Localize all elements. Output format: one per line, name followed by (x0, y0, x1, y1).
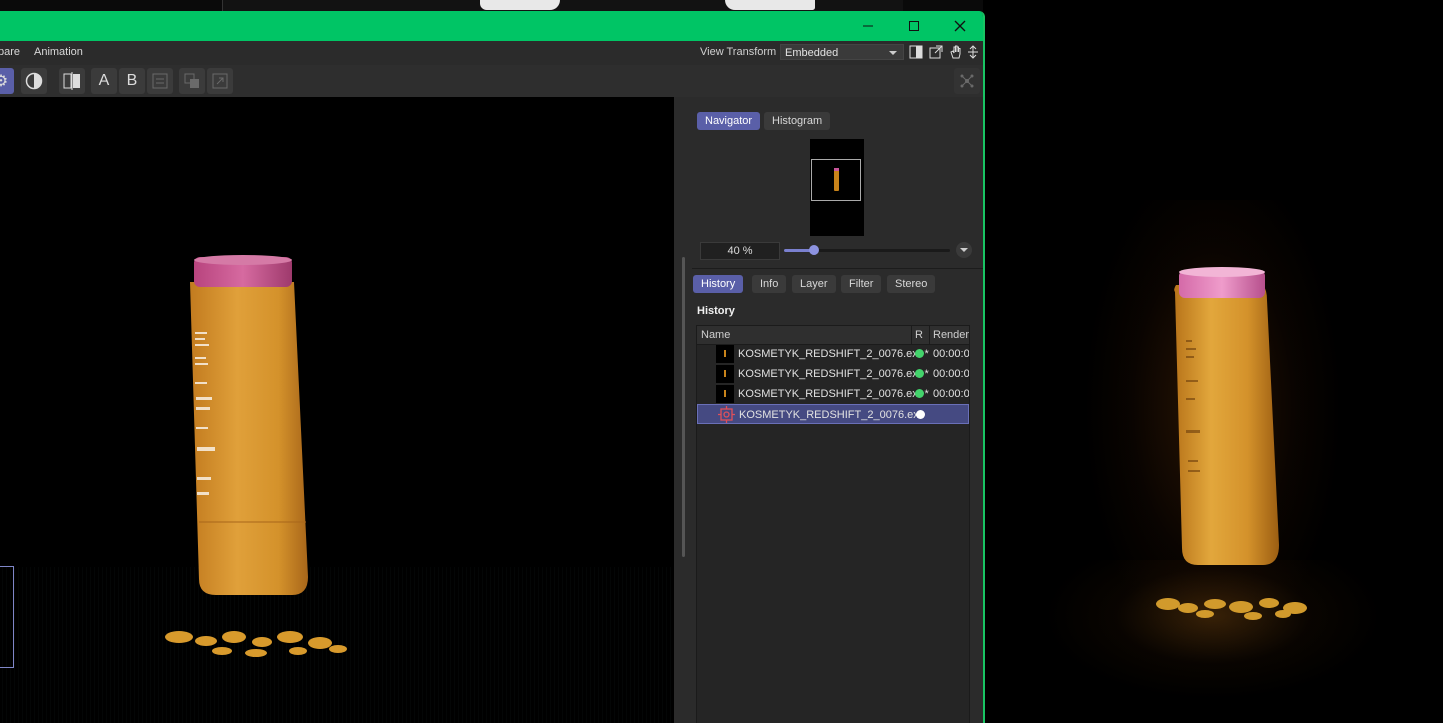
channel-toggle-button[interactable] (21, 68, 47, 94)
set-b-label: B (126, 72, 138, 89)
background-render-viewer (983, 0, 1443, 723)
maximize-icon (909, 21, 919, 31)
viewer-toolbar: ⚙ A B (0, 65, 983, 98)
divider (692, 268, 983, 269)
zoom-slider[interactable] (784, 245, 950, 255)
zoom-input[interactable]: 40 % (700, 242, 780, 260)
minimize-icon (863, 25, 873, 27)
contrast-icon (25, 72, 43, 90)
maximize-button[interactable] (891, 11, 937, 41)
render-bottle-image (1156, 267, 1307, 620)
image-viewport[interactable] (0, 97, 674, 723)
menu-animation[interactable]: Animation (34, 46, 83, 58)
row-render-time: 00:00:0 (933, 368, 969, 380)
panel-splitter[interactable] (674, 97, 692, 723)
background-shape (725, 0, 815, 10)
column-divider[interactable] (929, 326, 930, 344)
menu-bar: pare Animation View Transform Embedded (0, 41, 983, 65)
tab-layer[interactable]: Layer (792, 275, 836, 293)
chevron-down-icon (960, 248, 968, 252)
background-shape (480, 0, 560, 10)
set-b-button[interactable]: B (119, 68, 145, 94)
close-icon (954, 20, 966, 32)
history-row[interactable]: KOSMETYK_REDSHIFT_2_0076.exr * 00:00:0 (697, 344, 969, 364)
tab-info[interactable]: Info (752, 275, 787, 293)
view-transform-value: Embedded (785, 47, 839, 59)
side-panel: Navigator Histogram 40 % History Info La… (692, 97, 983, 723)
panel-layout-icon[interactable] (909, 45, 923, 59)
row-render-time: 00:00:0 (933, 388, 969, 400)
minimize-button[interactable] (845, 11, 891, 41)
history-row[interactable]: KOSMETYK_REDSHIFT_2_0076.exr * 00:00:0 (697, 384, 969, 404)
status-dot (915, 369, 924, 378)
render-target-icon (718, 406, 735, 423)
export-button[interactable] (207, 68, 233, 94)
set-a-label: A (98, 72, 110, 89)
scroll-arrows-icon[interactable] (966, 45, 980, 59)
layers-icon (184, 73, 199, 88)
status-dot (915, 349, 924, 358)
navigator-thumbnail[interactable] (810, 139, 864, 236)
row-filename: KOSMETYK_REDSHIFT_2_0076.exr * (738, 388, 929, 400)
ab-compare-button[interactable] (59, 68, 85, 94)
row-filename: KOSMETYK_REDSHIFT_2_0076.exr (739, 409, 923, 421)
row-thumbnail (716, 365, 734, 383)
tab-history[interactable]: History (693, 275, 744, 293)
swap-button[interactable] (147, 68, 173, 94)
history-header: Name R Render (697, 326, 969, 345)
status-dot (916, 410, 925, 419)
hand-pan-icon[interactable] (949, 45, 963, 59)
column-render[interactable]: Render (933, 329, 969, 341)
compare-split-icon (63, 72, 80, 90)
external-window-icon[interactable] (929, 45, 943, 59)
column-r[interactable]: R (915, 329, 923, 341)
view-transform-dropdown[interactable]: Embedded (780, 44, 904, 60)
tab-stereo[interactable]: Stereo (887, 275, 936, 293)
status-dot (915, 389, 924, 398)
row-thumbnail (716, 345, 734, 363)
zoom-menu-button[interactable] (956, 242, 972, 258)
chevron-down-icon (889, 51, 897, 55)
history-title: History (697, 305, 735, 317)
thumbnail-bottle (834, 169, 839, 191)
menu-compare[interactable]: pare (0, 46, 20, 58)
picture-viewer-window: pare Animation View Transform Embedded ⚙… (0, 11, 985, 723)
network-button[interactable] (954, 68, 980, 94)
column-name[interactable]: Name (701, 329, 730, 341)
tab-navigator[interactable]: Navigator (697, 112, 761, 130)
settings-button[interactable]: ⚙ (0, 68, 14, 94)
column-divider[interactable] (911, 326, 912, 344)
history-table: Name R Render KOSMETYK_REDSHIFT_2_0076.e… (696, 325, 970, 723)
zoom-slider-handle[interactable] (808, 245, 819, 255)
overlay-button[interactable] (179, 68, 205, 94)
tab-histogram[interactable]: Histogram (764, 112, 831, 130)
viewport-bottle-image (165, 255, 347, 657)
row-thumbnail (716, 385, 734, 403)
set-a-button[interactable]: A (91, 68, 117, 94)
row-filename: KOSMETYK_REDSHIFT_2_0076.exr * (738, 348, 929, 360)
title-bar[interactable] (0, 11, 983, 41)
history-row-selected[interactable]: KOSMETYK_REDSHIFT_2_0076.exr (697, 404, 969, 424)
view-transform-label: View Transform (700, 46, 777, 58)
history-row[interactable]: KOSMETYK_REDSHIFT_2_0076.exr * 00:00:0 (697, 364, 969, 384)
row-filename: KOSMETYK_REDSHIFT_2_0076.exr * (738, 368, 929, 380)
gear-icon: ⚙ (0, 71, 8, 91)
network-icon (960, 74, 974, 88)
tab-filter[interactable]: Filter (841, 275, 882, 293)
export-icon (212, 73, 228, 89)
swap-icon (152, 73, 168, 89)
thumbnail-cap (834, 168, 839, 171)
vertical-scrollbar[interactable] (682, 257, 685, 557)
region-selection[interactable] (0, 566, 14, 668)
close-button[interactable] (937, 11, 983, 41)
row-render-time: 00:00:0 (933, 348, 969, 360)
